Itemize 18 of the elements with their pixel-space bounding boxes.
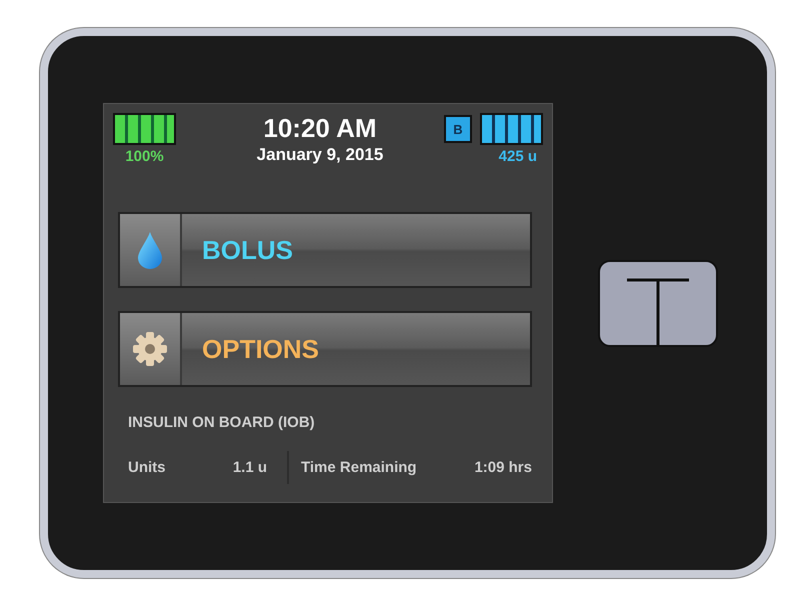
options-button[interactable]: OPTIONS bbox=[118, 311, 532, 387]
iob-value: 1.1 u bbox=[232, 459, 267, 476]
iob-label: Units bbox=[128, 459, 166, 476]
battery-reading: 100% bbox=[125, 148, 164, 165]
battery-meter bbox=[113, 113, 176, 145]
t-icon bbox=[625, 276, 691, 344]
home-button[interactable] bbox=[598, 260, 718, 346]
bolus-badge: B bbox=[444, 115, 472, 143]
clock-date: January 9, 2015 bbox=[256, 145, 384, 165]
iob-label: Time Remaining bbox=[301, 459, 417, 476]
drop-icon bbox=[137, 231, 163, 269]
clock-time: 10:20 AM bbox=[263, 113, 377, 144]
gear-icon bbox=[132, 331, 168, 367]
iob-heading: INSULIN ON BOARD (IOB) bbox=[128, 414, 316, 431]
iob-value: 1:09 hrs bbox=[474, 459, 532, 476]
bolus-button[interactable]: BOLUS bbox=[118, 212, 532, 288]
reservoir-reading: 425 u bbox=[498, 148, 537, 165]
reservoir-meter bbox=[480, 113, 543, 145]
